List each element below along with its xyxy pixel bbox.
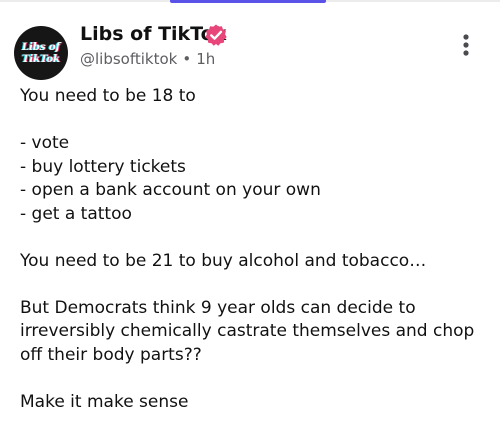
avatar-logo-line2: TikTok <box>21 53 61 65</box>
more-options-button[interactable] <box>452 30 480 60</box>
post-body-text: You need to be 18 to - vote - buy lotter… <box>20 86 475 412</box>
more-vertical-icon <box>463 34 469 56</box>
verified-badge-icon <box>205 24 227 46</box>
active-tab-indicator <box>170 0 326 3</box>
meta-separator: • <box>182 50 192 68</box>
post-meta: @libsoftiktok • 1h <box>80 50 215 68</box>
avatar[interactable]: Libs of TikTok <box>14 26 68 80</box>
post-timestamp[interactable]: 1h <box>196 50 215 68</box>
avatar-logo-line1: Libs of <box>22 41 60 53</box>
avatar-logo: Libs of TikTok <box>14 26 68 80</box>
author-handle[interactable]: @libsoftiktok <box>80 50 177 68</box>
